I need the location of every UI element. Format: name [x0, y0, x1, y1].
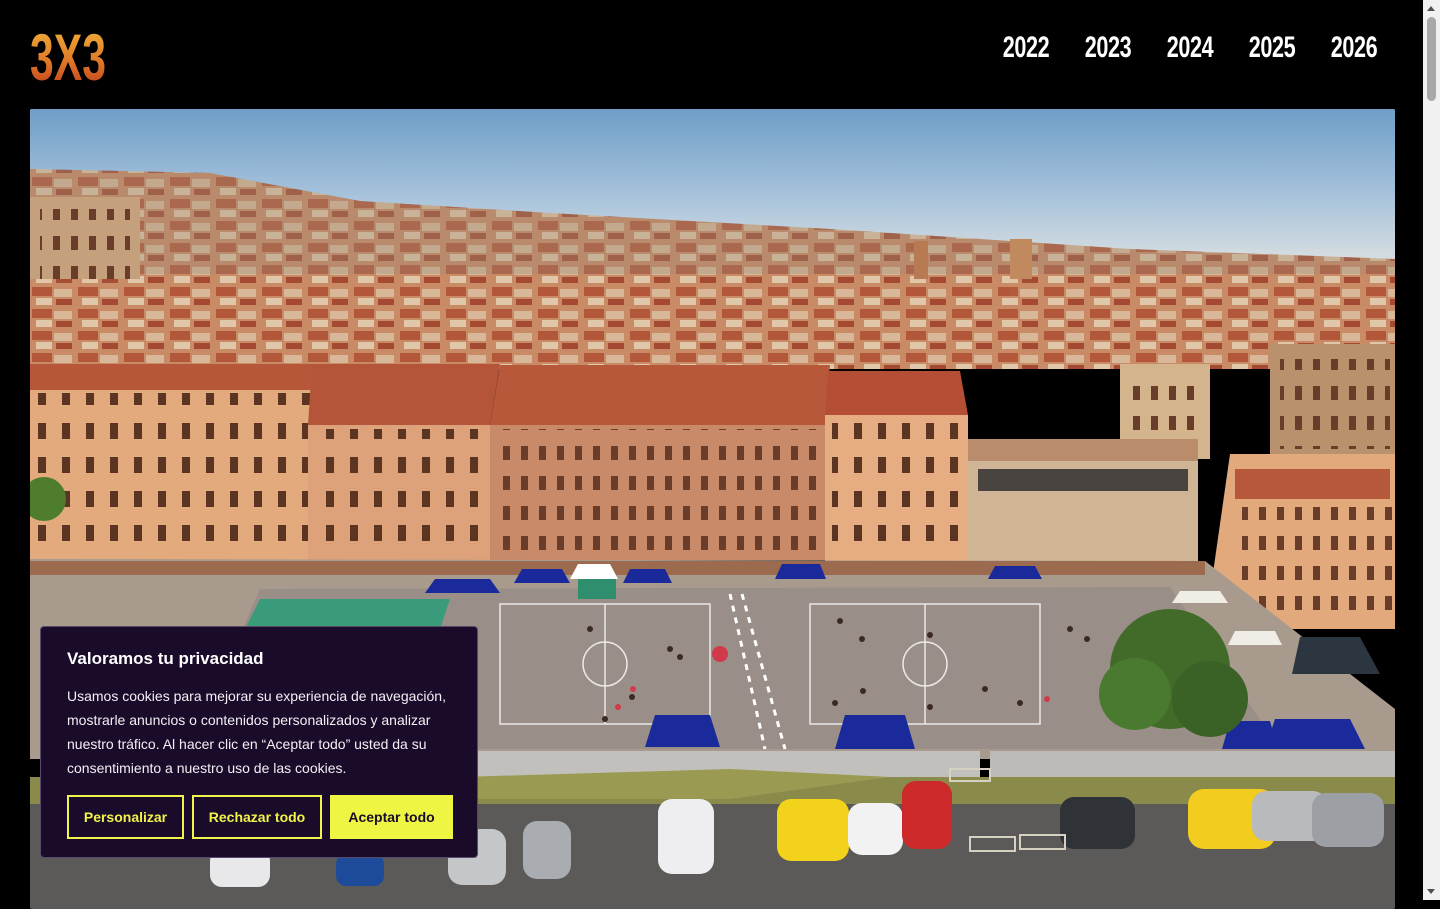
page-scrollbar[interactable] [1423, 0, 1440, 900]
year-link-2022[interactable]: 2022 [996, 30, 1055, 66]
year-link-2024[interactable]: 2024 [1160, 30, 1219, 66]
scroll-down-icon[interactable] [1427, 889, 1435, 894]
year-link-2026[interactable]: 2026 [1324, 30, 1383, 66]
cookie-consent-banner: Valoramos tu privacidad Usamos cookies p… [40, 626, 478, 858]
scroll-thumb[interactable] [1427, 17, 1436, 101]
cookie-banner-title: Valoramos tu privacidad [67, 649, 264, 668]
3x3-logo[interactable]: 3X3 [29, 18, 107, 86]
year-link-2025[interactable]: 2025 [1242, 30, 1301, 66]
customize-button[interactable]: Personalizar [67, 795, 184, 839]
logo-text: 3X3 [30, 20, 106, 86]
cookie-banner-text: Usamos cookies para mejorar su experienc… [67, 688, 446, 776]
logo-graphic: 3X3 [30, 20, 106, 86]
scroll-up-icon[interactable] [1427, 6, 1435, 11]
year-link-2023[interactable]: 2023 [1078, 30, 1137, 66]
accept-all-button[interactable]: Aceptar todo [330, 795, 453, 839]
reject-all-button[interactable]: Rechazar todo [192, 795, 322, 839]
year-nav: 2022 2023 2024 2025 2026 [985, 30, 1395, 66]
